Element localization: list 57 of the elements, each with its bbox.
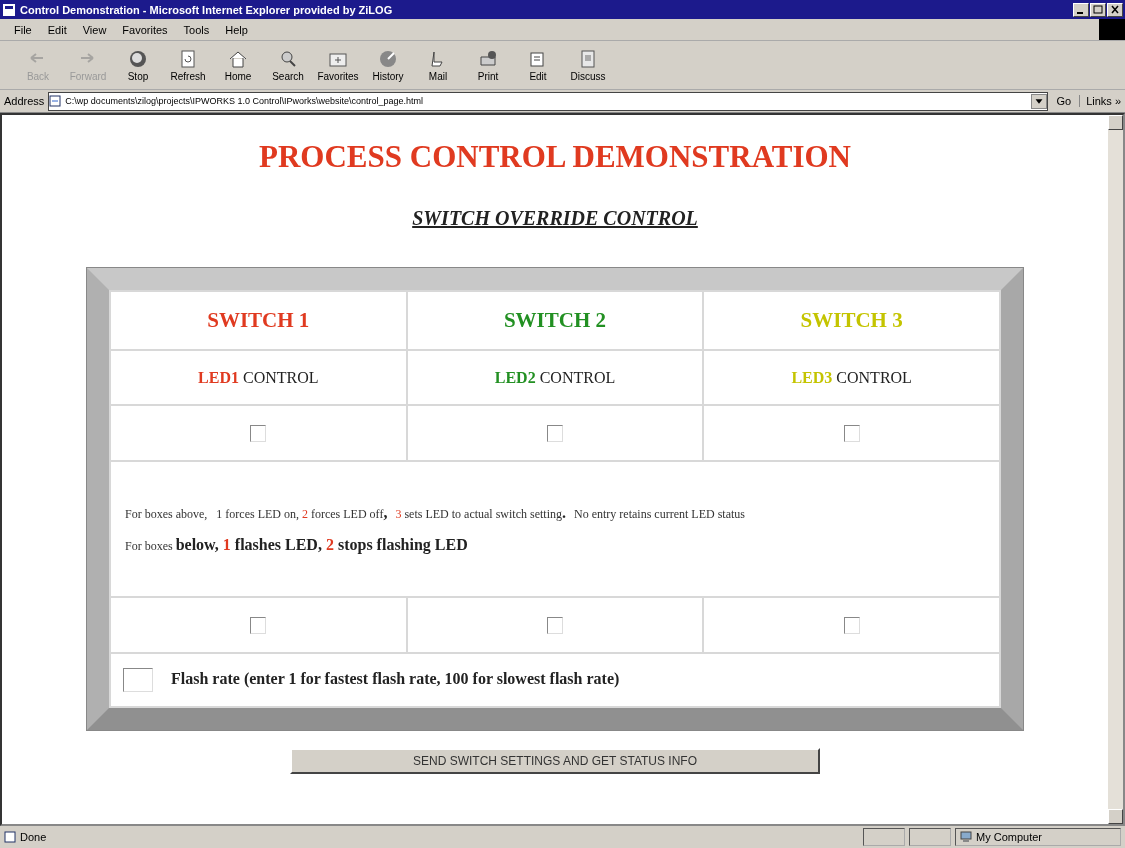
toolbar-button[interactable]: Home [214, 46, 262, 84]
input-field[interactable] [843, 424, 860, 442]
led-control-label: LED3 CONTROL [791, 368, 912, 386]
page-heading: PROCESS CONTROL DEMONSTRATION [259, 139, 851, 175]
scrollbar[interactable] [1108, 115, 1123, 824]
toolbar-button[interactable]: Print [464, 46, 512, 84]
close-icon[interactable] [1107, 2, 1123, 17]
zone-text: My Computer [976, 831, 1043, 843]
led-control-label: LED2 CONTROL [494, 368, 616, 386]
instruction-text: For boxes above, 1 forces LED on, 2 forces LED off, 3 sets LED to actual switch setting. No entry retains current LED status [125, 504, 746, 522]
status-pane [863, 828, 905, 846]
menu-item[interactable]: View [78, 23, 111, 36]
input-field[interactable] [547, 616, 563, 634]
switch-title: SWITCH 1 [207, 308, 310, 332]
window-title: Control Demonstration - Microsoft Internet Explorer provided by ZiLOG [20, 3, 394, 16]
menu-item[interactable]: Help [221, 23, 252, 36]
page-icon [49, 95, 62, 107]
links-button[interactable]: Links » [1079, 95, 1121, 107]
menu-item[interactable]: Tools [179, 23, 214, 36]
toolbar-button[interactable]: History [364, 46, 412, 84]
toolbar-button[interactable]: Search [264, 46, 312, 84]
send-settings-button[interactable]: SEND SWITCH SETTINGS AND GET STATUS INFO [290, 748, 820, 774]
instruction-text: For boxes below, 1 flashes LED, 2 stops flashing LED [125, 536, 469, 554]
status-text: Done [20, 831, 47, 843]
minimize-icon[interactable] [1073, 2, 1089, 17]
led-control-label: LED1 CONTROL [198, 368, 319, 386]
input-field[interactable] [843, 616, 860, 634]
flash-rate-label: Flash rate (enter 1 for fastest flash rate, 100 for slowest flash rate) [171, 669, 620, 687]
page-icon [4, 831, 16, 843]
flash-rate-field[interactable] [123, 668, 153, 692]
menu-item[interactable]: Edit [43, 23, 71, 36]
toolbar-button[interactable]: Discuss [564, 46, 612, 84]
menu-item[interactable]: File [10, 23, 36, 36]
toolbar-button[interactable]: Favorites [314, 46, 362, 84]
history-icon [378, 48, 398, 69]
address-field[interactable]: C:\wp documents\zilog\projects\IPWORKS 1.0 Control\IPworks\website\control_page.html [48, 91, 1049, 111]
input-field[interactable] [250, 424, 267, 442]
input-field[interactable] [547, 424, 563, 442]
section-heading: SWITCH OVERRIDE CONTROL [412, 207, 698, 230]
stop-icon [128, 48, 148, 69]
search-icon [278, 48, 298, 69]
discuss-icon [578, 48, 598, 69]
refresh-icon [178, 48, 198, 69]
input-field[interactable] [250, 616, 267, 634]
maximize-icon[interactable] [1090, 2, 1106, 17]
status-pane [909, 828, 951, 846]
toolbar-button[interactable]: Refresh [164, 46, 212, 84]
toolbar-button[interactable]: Edit [514, 46, 562, 84]
switch-title: SWITCH 2 [503, 308, 607, 332]
address-label: Address [4, 95, 45, 107]
toolbar-button[interactable]: Mail [414, 46, 462, 84]
toolbar-button[interactable]: Stop [114, 46, 162, 84]
switch-title: SWITCH 3 [800, 308, 903, 332]
computer-icon [960, 831, 972, 843]
menu-item[interactable]: Favorites [118, 23, 172, 36]
go-button[interactable]: Go [1052, 95, 1076, 107]
print-icon [478, 48, 498, 69]
